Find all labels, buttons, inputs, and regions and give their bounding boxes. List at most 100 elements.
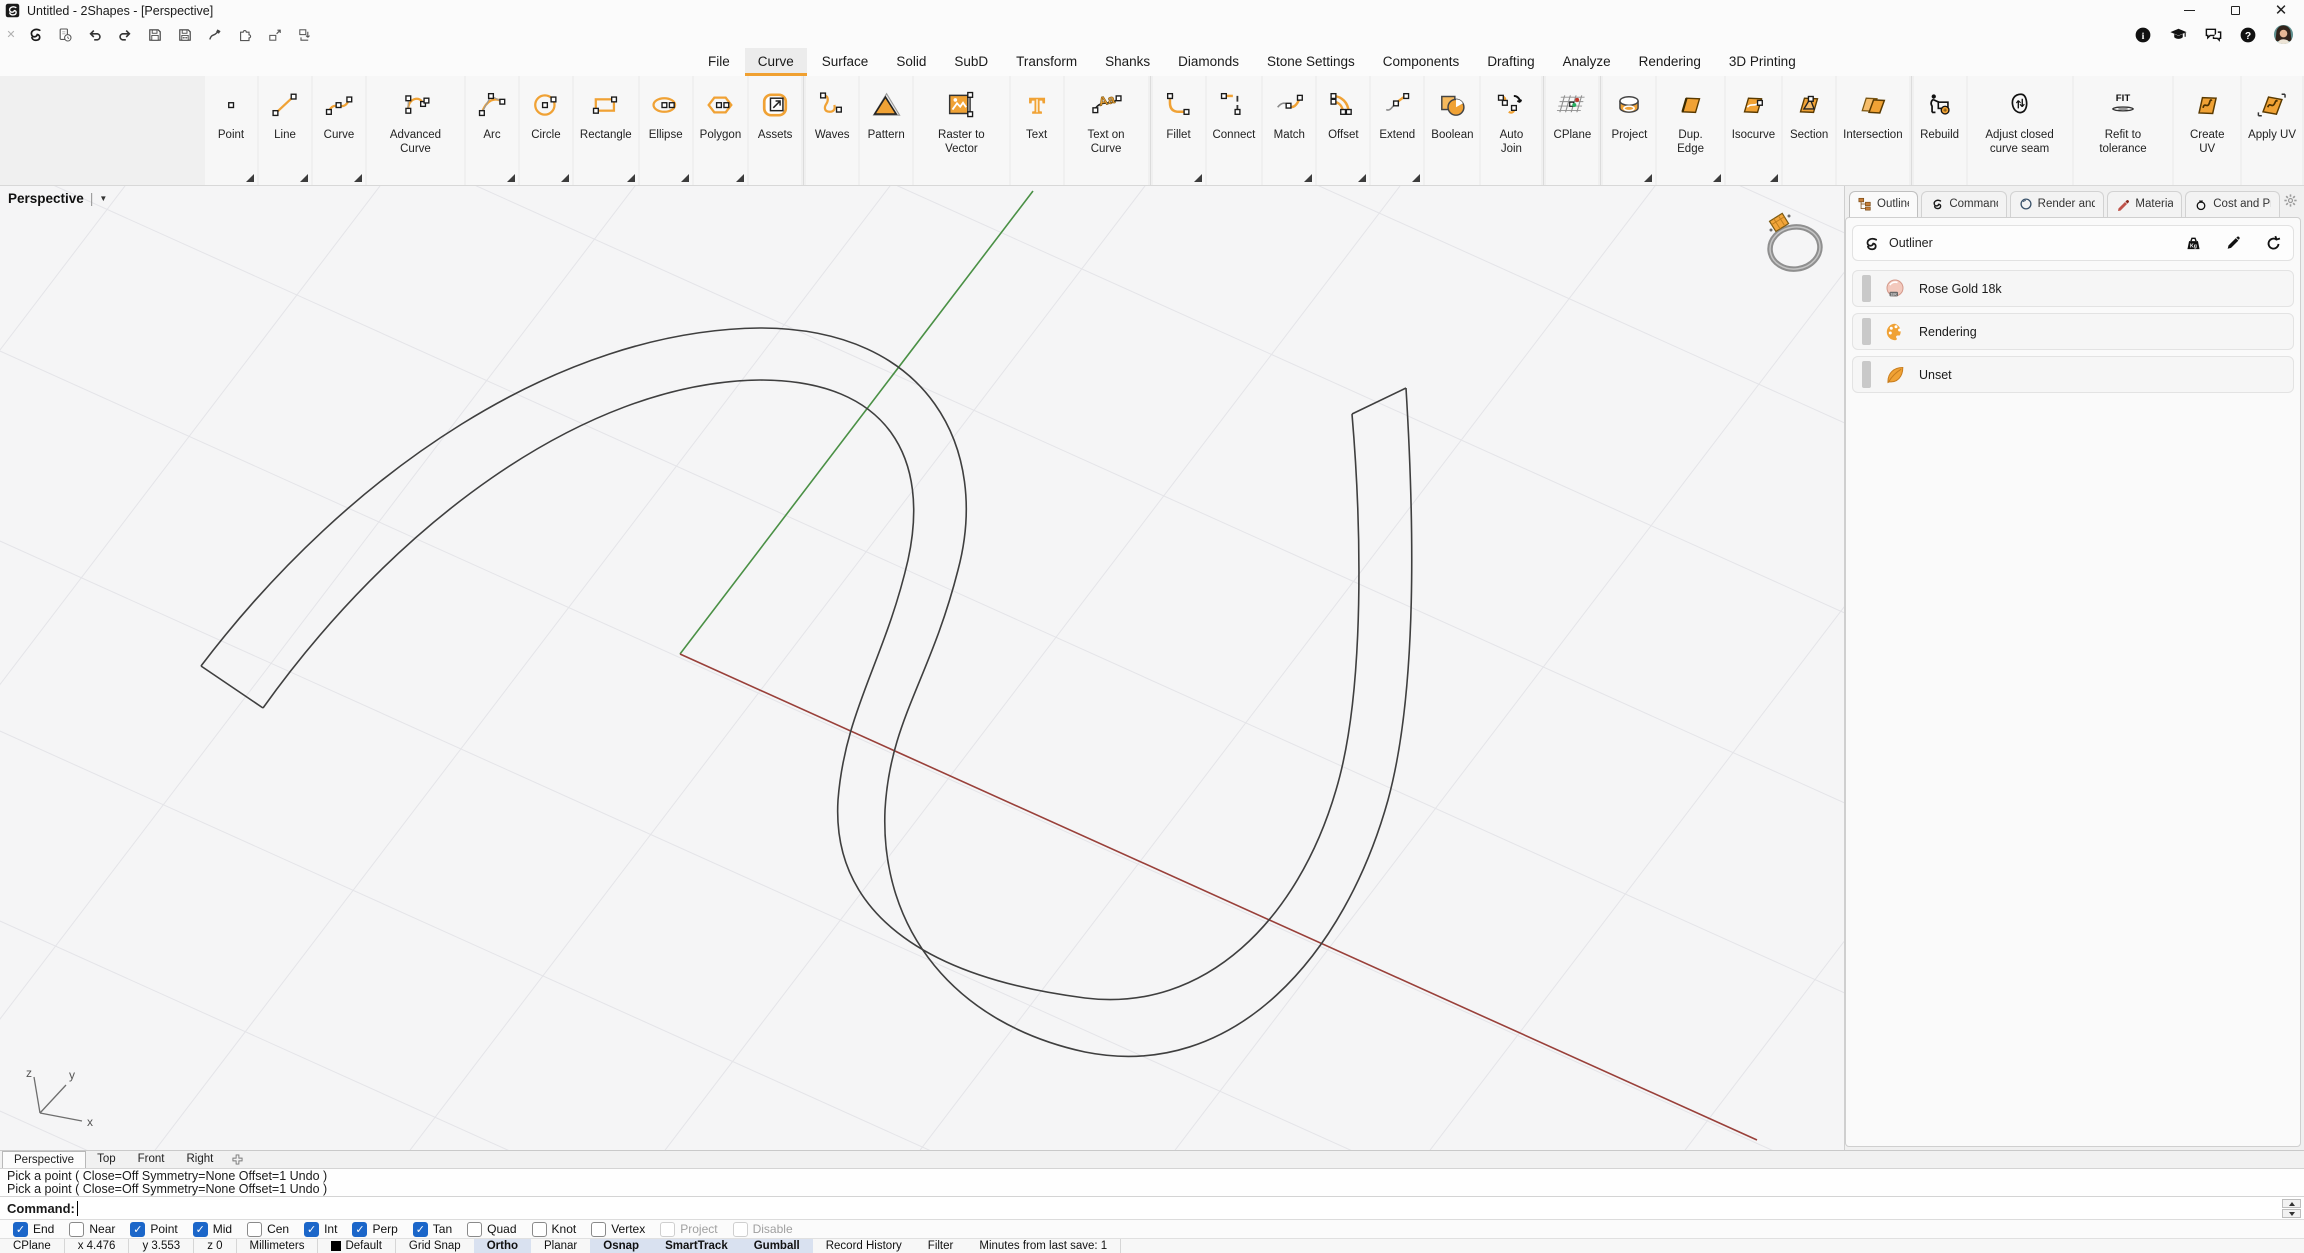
- osnap-int[interactable]: ✓Int: [304, 1222, 337, 1237]
- restore-button[interactable]: [2212, 0, 2258, 21]
- osnap-perp[interactable]: ✓Perp: [352, 1222, 397, 1237]
- osnap-disable[interactable]: Disable: [733, 1222, 793, 1237]
- tool-dup-edge[interactable]: Dup. Edge: [1657, 76, 1723, 185]
- ribbon-tab-analyze[interactable]: Analyze: [1550, 48, 1624, 76]
- status-y-3-553[interactable]: y 3.553: [129, 1239, 194, 1253]
- help-button[interactable]: ?: [2237, 23, 2259, 47]
- curve-tool-button[interactable]: [202, 23, 228, 47]
- export-flat-button[interactable]: [262, 23, 288, 47]
- toolbar-close-icon[interactable]: ✕: [4, 28, 18, 41]
- minimize-button[interactable]: [2166, 0, 2212, 21]
- checkbox-icon[interactable]: [591, 1222, 606, 1237]
- panel-tab-materials[interactable]: Materials: [2107, 191, 2182, 217]
- outliner-item-rendering[interactable]: Rendering: [1852, 313, 2294, 350]
- ribbon-tab-file[interactable]: File: [695, 48, 743, 76]
- tool-auto-join[interactable]: Auto Join: [1481, 76, 1541, 185]
- flyout-arrow-icon[interactable]: [507, 174, 515, 182]
- close-button[interactable]: ✕: [2258, 0, 2304, 21]
- ring-preview-widget[interactable]: [1758, 208, 1830, 281]
- ribbon-tab-rendering[interactable]: Rendering: [1626, 48, 1714, 76]
- status-smarttrack[interactable]: SmartTrack: [652, 1239, 741, 1253]
- checkbox-icon[interactable]: [733, 1222, 748, 1237]
- checkbox-icon[interactable]: ✓: [193, 1222, 208, 1237]
- ribbon-tab-stone-settings[interactable]: Stone Settings: [1254, 48, 1368, 76]
- status-millimeters[interactable]: Millimeters: [237, 1239, 319, 1253]
- ribbon-tab-transform[interactable]: Transform: [1003, 48, 1090, 76]
- flyout-arrow-icon[interactable]: [1770, 174, 1778, 182]
- osnap-vertex[interactable]: Vertex: [591, 1222, 645, 1237]
- ribbon-tab-shanks[interactable]: Shanks: [1092, 48, 1163, 76]
- flyout-arrow-icon[interactable]: [1412, 174, 1420, 182]
- flyout-arrow-icon[interactable]: [1304, 174, 1312, 182]
- tool-fillet[interactable]: Fillet: [1153, 76, 1205, 185]
- tool-adjust-closed-curve-seam[interactable]: Adjust closed curve seam: [1968, 76, 2072, 185]
- tool-circle[interactable]: Circle: [520, 76, 572, 185]
- osnap-quad[interactable]: Quad: [467, 1222, 516, 1237]
- redo-button[interactable]: [112, 23, 138, 47]
- viewport-title[interactable]: Perspective | ▼: [8, 191, 107, 206]
- viewport-tab-perspective[interactable]: Perspective: [2, 1151, 86, 1168]
- osnap-project[interactable]: Project: [660, 1222, 717, 1237]
- flyout-arrow-icon[interactable]: [1644, 174, 1652, 182]
- tool-arc[interactable]: Arc: [466, 76, 518, 185]
- panel-tab-outliner[interactable]: Outliner: [1849, 191, 1918, 217]
- osnap-near[interactable]: Near: [69, 1222, 115, 1237]
- tool-isocurve[interactable]: Isocurve: [1726, 76, 1781, 185]
- panel-settings-button[interactable]: [2283, 193, 2302, 217]
- tool-rebuild[interactable]: Rebuild: [1914, 76, 1966, 185]
- new-document-button[interactable]: [52, 23, 78, 47]
- status-gumball[interactable]: Gumball: [741, 1239, 813, 1253]
- flyout-arrow-icon[interactable]: [1194, 174, 1202, 182]
- tool-create-uv[interactable]: Create UV: [2174, 76, 2240, 185]
- flyout-arrow-icon[interactable]: [736, 174, 744, 182]
- tool-apply-uv[interactable]: Apply UV: [2242, 76, 2302, 185]
- flyout-arrow-icon[interactable]: [627, 174, 635, 182]
- academy-button[interactable]: [2167, 23, 2189, 47]
- status-z-0[interactable]: z 0: [194, 1239, 236, 1253]
- status-default[interactable]: Default: [318, 1239, 395, 1253]
- ribbon-tab-3d-printing[interactable]: 3D Printing: [1716, 48, 1809, 76]
- checkbox-icon[interactable]: [69, 1222, 84, 1237]
- edit-pencil-button[interactable]: [2223, 233, 2243, 253]
- viewport-perspective[interactable]: Perspective | ▼: [0, 186, 1845, 1150]
- tool-section[interactable]: Section: [1783, 76, 1835, 185]
- tool-advanced-curve[interactable]: Advanced Curve: [367, 76, 464, 185]
- flyout-arrow-icon[interactable]: [1713, 174, 1721, 182]
- drag-handle[interactable]: [1862, 318, 1871, 345]
- status-ortho[interactable]: Ortho: [474, 1239, 531, 1253]
- viewport-tab-top[interactable]: Top: [86, 1151, 127, 1168]
- status-record-history[interactable]: Record History: [813, 1239, 915, 1253]
- tool-cplane[interactable]: CPlane: [1546, 76, 1598, 185]
- tool-curve[interactable]: Curve: [313, 76, 365, 185]
- tool-pattern[interactable]: Pattern: [860, 76, 912, 185]
- checkbox-icon[interactable]: ✓: [13, 1222, 28, 1237]
- status-planar[interactable]: Planar: [531, 1239, 590, 1253]
- outliner-item-rose-gold-18k[interactable]: 18KRose Gold 18k: [1852, 270, 2294, 307]
- osnap-point[interactable]: ✓Point: [130, 1222, 177, 1237]
- tool-extend[interactable]: Extend: [1371, 76, 1423, 185]
- tool-project[interactable]: Project: [1603, 76, 1655, 185]
- osnap-mid[interactable]: ✓Mid: [193, 1222, 232, 1237]
- flyout-arrow-icon[interactable]: [246, 174, 254, 182]
- new-viewport-button[interactable]: [224, 1151, 251, 1168]
- checkbox-icon[interactable]: [532, 1222, 547, 1237]
- flyout-arrow-icon[interactable]: [300, 174, 308, 182]
- tool-text-on-curve[interactable]: AaText on Curve: [1065, 76, 1148, 185]
- status-grid-snap[interactable]: Grid Snap: [396, 1239, 474, 1253]
- app-logo-button[interactable]: [22, 23, 48, 47]
- ribbon-tab-surface[interactable]: Surface: [809, 48, 882, 76]
- tool-refit-to-tolerance[interactable]: FITRefit to tolerance: [2074, 76, 2173, 185]
- info-button[interactable]: i: [2132, 23, 2154, 47]
- spin-up-button[interactable]: [2282, 1199, 2301, 1208]
- osnap-end[interactable]: ✓End: [13, 1222, 54, 1237]
- status-cplane[interactable]: CPlane: [0, 1239, 65, 1253]
- tool-rectangle[interactable]: Rectangle: [574, 76, 638, 185]
- flyout-arrow-icon[interactable]: [354, 174, 362, 182]
- avatar-button[interactable]: [2272, 23, 2294, 47]
- tool-ellipse[interactable]: Ellipse: [640, 76, 692, 185]
- status-x-4-476[interactable]: x 4.476: [65, 1239, 130, 1253]
- tool-intersection[interactable]: Intersection: [1837, 76, 1908, 185]
- tool-boolean[interactable]: Boolean: [1425, 76, 1479, 185]
- ribbon-tab-curve[interactable]: Curve: [745, 48, 807, 76]
- ribbon-tab-drafting[interactable]: Drafting: [1474, 48, 1547, 76]
